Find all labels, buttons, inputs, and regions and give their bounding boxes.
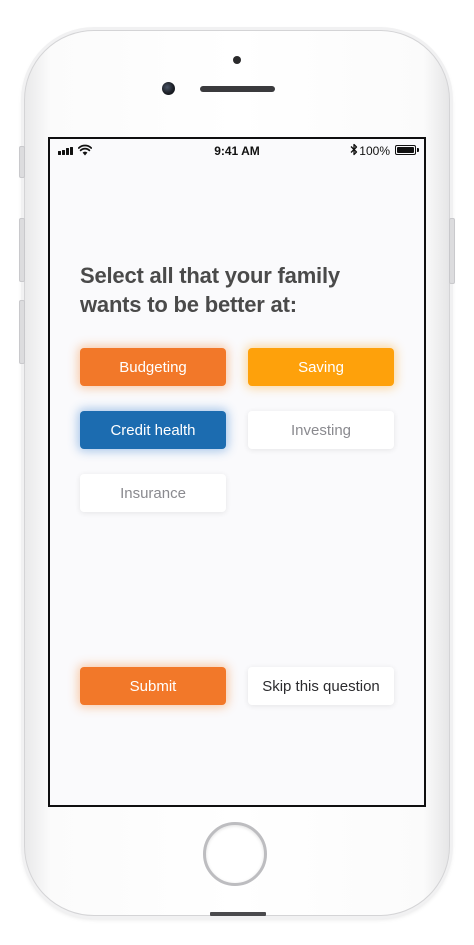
option-label: Insurance <box>120 484 186 502</box>
option-budgeting[interactable]: Budgeting <box>80 348 226 386</box>
submit-button[interactable]: Submit <box>80 667 226 705</box>
option-label: Credit health <box>110 421 196 439</box>
proximity-sensor <box>233 56 241 64</box>
option-label: Budgeting <box>119 358 187 376</box>
home-button[interactable] <box>203 822 267 886</box>
skip-label: Skip this question <box>262 677 380 695</box>
phone-screen: 9:41 AM 100% Select all that your family… <box>48 137 426 807</box>
bluetooth-icon <box>350 143 358 156</box>
battery-percent: 100% <box>359 144 390 158</box>
battery-cap <box>417 148 419 152</box>
power-button <box>449 218 455 284</box>
battery-icon <box>395 145 416 155</box>
option-label: Saving <box>298 358 344 376</box>
skip-question-button[interactable]: Skip this question <box>248 667 394 705</box>
option-insurance[interactable]: Insurance <box>80 474 226 512</box>
option-credit-health[interactable]: Credit health <box>80 411 226 449</box>
battery-level-fill <box>397 147 414 153</box>
mute-switch <box>19 146 25 178</box>
lightning-port <box>210 912 266 916</box>
option-saving[interactable]: Saving <box>248 348 394 386</box>
submit-label: Submit <box>129 677 177 695</box>
earpiece-speaker <box>200 86 275 92</box>
option-investing[interactable]: Investing <box>248 411 394 449</box>
status-bar: 9:41 AM 100% <box>50 139 424 163</box>
volume-down-button <box>19 300 25 364</box>
front-camera <box>162 82 175 95</box>
option-label: Investing <box>290 421 352 439</box>
device-stage: 9:41 AM 100% Select all that your family… <box>0 0 474 945</box>
question-title: Select all that your family wants to be … <box>80 263 340 317</box>
volume-up-button <box>19 218 25 282</box>
